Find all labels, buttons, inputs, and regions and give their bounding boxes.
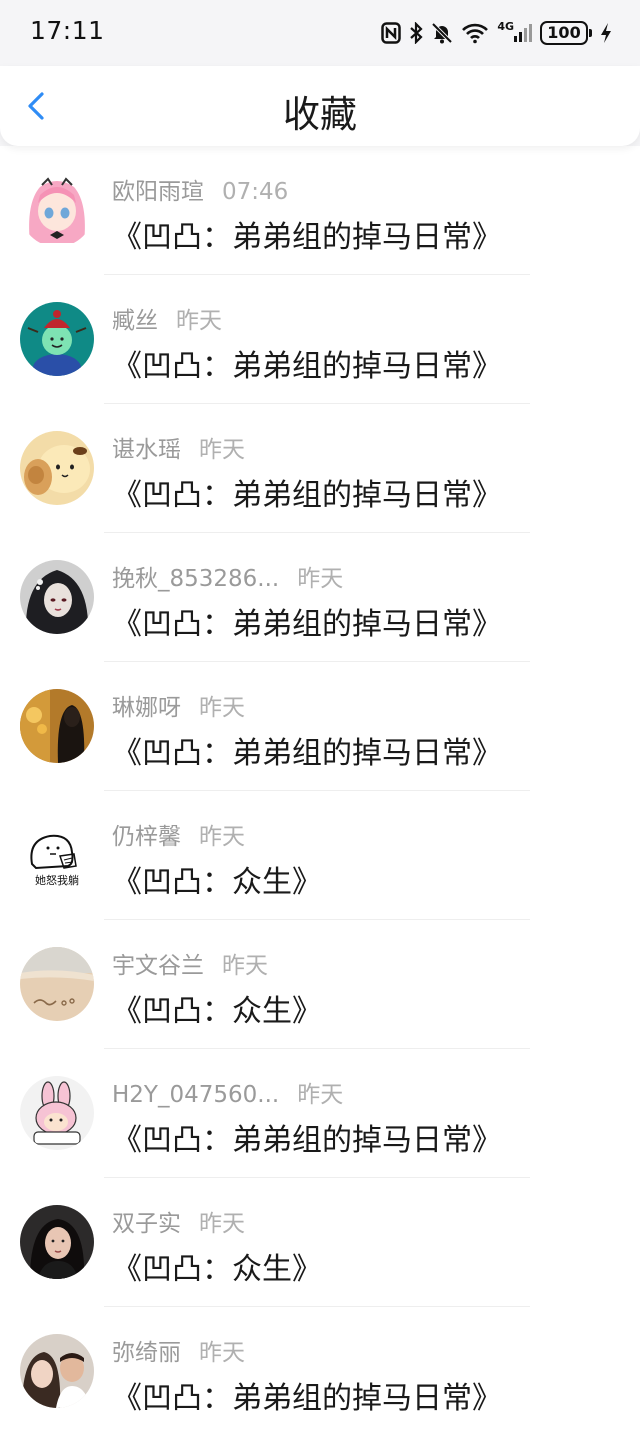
pudding-dog-avatar-image bbox=[20, 431, 94, 505]
avatar[interactable] bbox=[20, 947, 94, 1021]
item-title[interactable]: 《凹凸：弟弟组的掉马日常》 bbox=[112, 470, 502, 514]
timestamp: 昨天 bbox=[297, 566, 344, 592]
item-title[interactable]: 《凹凸：弟弟组的掉马日常》 bbox=[112, 1115, 502, 1159]
item-title[interactable]: 《凹凸：弟弟组的掉马日常》 bbox=[112, 599, 502, 643]
user-name[interactable]: 宇文谷兰 bbox=[112, 953, 204, 979]
item-meta: 臧丝 昨天 bbox=[112, 301, 222, 335]
user-name[interactable]: 谌水瑶 bbox=[112, 437, 181, 463]
list-item[interactable]: 双子实 昨天 《凹凸：众生》 bbox=[0, 1178, 640, 1307]
item-title[interactable]: 《凹凸：弟弟组的掉马日常》 bbox=[112, 728, 502, 772]
avatar[interactable]: 她怒我躺 bbox=[20, 818, 94, 892]
list-item[interactable]: 挽秋_853286... 昨天 《凹凸：弟弟组的掉马日常》 bbox=[0, 533, 640, 662]
user-name[interactable]: 仍梓馨 bbox=[112, 824, 181, 850]
avatar[interactable] bbox=[20, 1334, 94, 1408]
favorites-list: 欧阳雨瑄 07:46 《凹凸：弟弟组的掉马日常》 臧丝 昨天 《凹凸：弟弟组的掉马日… bbox=[0, 146, 640, 1436]
battery-icon: 100 bbox=[540, 21, 592, 45]
avatar[interactable] bbox=[20, 1205, 94, 1279]
signal-icon bbox=[514, 24, 532, 42]
list-item[interactable]: 宇文谷兰 昨天 《凹凸：众生》 bbox=[0, 920, 640, 1049]
dark-hair-girl-avatar-image bbox=[20, 560, 94, 634]
avatar[interactable] bbox=[20, 302, 94, 376]
item-title[interactable]: 《凹凸：弟弟组的掉马日常》 bbox=[112, 212, 502, 256]
item-title[interactable]: 《凹凸：众生》 bbox=[112, 1244, 322, 1288]
couple-photo-avatar-image bbox=[20, 1334, 94, 1408]
doodle-sticker-avatar-image: 她怒我躺 bbox=[20, 818, 94, 892]
user-name[interactable]: 欧阳雨瑄 bbox=[112, 179, 204, 205]
timestamp: 昨天 bbox=[199, 824, 245, 850]
user-name[interactable]: 弥绮丽 bbox=[112, 1340, 181, 1366]
item-meta: 谌水瑶 昨天 bbox=[112, 430, 245, 464]
status-bar: 17:11 4G 100 bbox=[0, 0, 640, 66]
list-item[interactable]: H2Y_047560... 昨天 《凹凸：弟弟组的掉马日常》 bbox=[0, 1049, 640, 1178]
list-item[interactable]: 臧丝 昨天 《凹凸：弟弟组的掉马日常》 bbox=[0, 275, 640, 404]
user-name[interactable]: 琳娜呀 bbox=[112, 695, 181, 721]
list-item[interactable]: 弥绮丽 昨天 《凹凸：弟弟组的掉马日常》 bbox=[0, 1307, 640, 1436]
list-item[interactable]: 她怒我躺 仍梓馨 昨天 《凹凸：众生》 bbox=[0, 791, 640, 920]
avatar[interactable] bbox=[20, 431, 94, 505]
item-title[interactable]: 《凹凸：弟弟组的掉马日常》 bbox=[112, 341, 502, 385]
battery-level: 100 bbox=[540, 21, 588, 45]
anime-girl-avatar-image bbox=[20, 173, 94, 247]
pink-bunny-avatar-image bbox=[20, 1076, 94, 1150]
item-meta: 双子实 昨天 bbox=[112, 1204, 245, 1238]
header: 收藏 bbox=[0, 66, 640, 146]
list-item[interactable]: 谌水瑶 昨天 《凹凸：弟弟组的掉马日常》 bbox=[0, 404, 640, 533]
item-meta: 仍梓馨 昨天 bbox=[112, 817, 245, 851]
charging-icon bbox=[601, 23, 611, 43]
user-name[interactable]: H2Y_047560... bbox=[112, 1082, 279, 1108]
timestamp: 昨天 bbox=[199, 695, 245, 721]
girl-photo-avatar-image bbox=[20, 1205, 94, 1279]
timestamp: 昨天 bbox=[199, 1340, 245, 1366]
item-title[interactable]: 《凹凸：众生》 bbox=[112, 986, 322, 1030]
status-time: 17:11 bbox=[30, 16, 105, 45]
user-name[interactable]: 臧丝 bbox=[112, 308, 158, 334]
status-icons: 4G 100 bbox=[381, 18, 612, 48]
avatar[interactable] bbox=[20, 560, 94, 634]
item-meta: 弥绮丽 昨天 bbox=[112, 1333, 245, 1367]
beach-sand-avatar-image bbox=[20, 947, 94, 1021]
bluetooth-icon bbox=[410, 22, 423, 44]
item-meta: 宇文谷兰 昨天 bbox=[112, 946, 268, 980]
timestamp: 昨天 bbox=[297, 1082, 344, 1108]
page-title: 收藏 bbox=[283, 93, 357, 136]
timestamp: 昨天 bbox=[199, 1211, 245, 1237]
user-name[interactable]: 双子实 bbox=[112, 1211, 181, 1237]
avatar[interactable] bbox=[20, 689, 94, 763]
item-meta: H2Y_047560... 昨天 bbox=[112, 1075, 343, 1109]
network-label: 4G bbox=[497, 20, 514, 33]
nfc-icon bbox=[381, 22, 402, 44]
mute-bell-icon bbox=[431, 22, 453, 44]
item-meta: 琳娜呀 昨天 bbox=[112, 688, 245, 722]
timestamp: 昨天 bbox=[176, 308, 222, 334]
green-character-avatar-image bbox=[20, 302, 94, 376]
avatar[interactable] bbox=[20, 173, 94, 247]
item-meta: 挽秋_853286... 昨天 bbox=[112, 559, 343, 593]
timestamp: 昨天 bbox=[199, 437, 245, 463]
item-meta: 欧阳雨瑄 07:46 bbox=[112, 172, 288, 206]
wifi-icon bbox=[462, 23, 489, 44]
network-type: 4G bbox=[497, 20, 532, 44]
sticker-text: 她怒我躺 bbox=[35, 873, 79, 887]
timestamp: 07:46 bbox=[222, 179, 289, 205]
user-name[interactable]: 挽秋_853286... bbox=[112, 566, 279, 592]
avatar[interactable] bbox=[20, 1076, 94, 1150]
warm-photo-avatar-image bbox=[20, 689, 94, 763]
list-item[interactable]: 琳娜呀 昨天 《凹凸：弟弟组的掉马日常》 bbox=[0, 662, 640, 791]
item-title[interactable]: 《凹凸：众生》 bbox=[112, 857, 322, 901]
list-item[interactable]: 欧阳雨瑄 07:46 《凹凸：弟弟组的掉马日常》 bbox=[0, 146, 640, 275]
battery-cap bbox=[589, 29, 592, 37]
timestamp: 昨天 bbox=[222, 953, 268, 979]
item-title[interactable]: 《凹凸：弟弟组的掉马日常》 bbox=[112, 1373, 502, 1417]
